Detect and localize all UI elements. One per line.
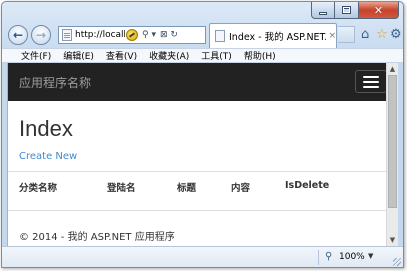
menu-edit[interactable]: 编辑(E) [63, 49, 94, 62]
zoom-icon[interactable]: ⚲ [325, 251, 332, 262]
home-icon[interactable]: ⌂ [361, 27, 369, 42]
browser-window: ✕ ← → http://localho ⚲ ▾ ⊠ ↻ Index - 我的 … [1, 1, 404, 268]
tab-page-icon [215, 30, 225, 42]
new-tab-button[interactable] [338, 26, 355, 43]
close-button[interactable]: ✕ [359, 2, 399, 19]
scroll-down-arrow-icon[interactable]: ▼ [387, 234, 398, 246]
site-navbar: 应用程序名称 [8, 63, 387, 101]
maximize-icon [342, 6, 351, 14]
status-bar: ⚲ 100% ▼ [2, 246, 403, 267]
hamburger-icon-bar [363, 85, 379, 88]
vertical-scrollbar[interactable]: ▲ ▼ [386, 63, 398, 246]
column-header-category: 分类名称 [19, 183, 58, 194]
status-divider [318, 250, 319, 265]
hamburger-icon-bar [363, 75, 379, 78]
column-header-isdelete: IsDelete [285, 180, 330, 191]
tab-title: Index - 我的 ASP.NET... [229, 32, 327, 43]
scroll-up-arrow-icon[interactable]: ▲ [387, 63, 398, 75]
menu-view[interactable]: 查看(V) [106, 49, 137, 62]
column-header-content: 内容 [231, 183, 251, 194]
page-footer: © 2014 - 我的 ASP.NET 应用程序 [19, 232, 175, 243]
scroll-thumb[interactable] [388, 75, 397, 208]
data-table: 分类名称 登陆名 标题 内容 IsDelete [8, 171, 387, 211]
menu-tools[interactable]: 工具(T) [201, 49, 232, 62]
caption-buttons: ✕ [311, 2, 399, 19]
page-icon [62, 29, 72, 41]
favorites-star-icon[interactable]: ☆ [376, 27, 388, 42]
site-brand[interactable]: 应用程序名称 [19, 74, 91, 91]
search-icon[interactable]: ⚲ ▾ [142, 30, 156, 40]
column-header-title: 标题 [177, 183, 197, 194]
zoom-dropdown-icon[interactable]: ▼ [368, 252, 373, 260]
hamburger-icon-bar [363, 80, 379, 83]
menu-favorites[interactable]: 收藏夹(A) [149, 49, 189, 62]
maximize-button[interactable] [335, 2, 359, 19]
address-bar[interactable]: http://localho ⚲ ▾ ⊠ ↻ [58, 26, 206, 44]
tab-index[interactable]: Index - 我的 ASP.NET... × [209, 23, 337, 48]
create-new-link[interactable]: Create New [19, 151, 77, 162]
back-button[interactable]: ← [8, 25, 28, 45]
address-url[interactable]: http://localho [75, 30, 125, 40]
menu-file[interactable]: 文件(F) [21, 49, 51, 62]
minimize-button[interactable] [311, 2, 335, 19]
close-icon: ✕ [373, 3, 384, 17]
tab-close-icon[interactable]: × [328, 31, 336, 41]
refresh-icon[interactable]: ⊠ ↻ [160, 30, 178, 40]
minimize-icon [319, 11, 327, 15]
menu-toggle-button[interactable] [355, 70, 387, 93]
page-viewport: 应用程序名称 Index Create New 分类名称 登陆名 标题 内容 I… [7, 63, 398, 246]
gear-icon[interactable]: ⚙ [390, 27, 402, 42]
page-title: Index [19, 116, 73, 141]
menu-bar: 文件(F) 编辑(E) 查看(V) 收藏夹(A) 工具(T) 帮助(H) [2, 48, 403, 63]
menu-help[interactable]: 帮助(H) [244, 49, 276, 62]
zoom-level[interactable]: 100% [339, 252, 365, 262]
navigation-row: ← → http://localho ⚲ ▾ ⊠ ↻ Index - 我的 AS… [2, 22, 403, 48]
resize-grip-icon[interactable] [393, 258, 401, 266]
column-header-login: 登陆名 [107, 183, 136, 194]
forward-button[interactable]: → [31, 25, 51, 45]
compatibility-view-icon[interactable] [126, 29, 138, 41]
